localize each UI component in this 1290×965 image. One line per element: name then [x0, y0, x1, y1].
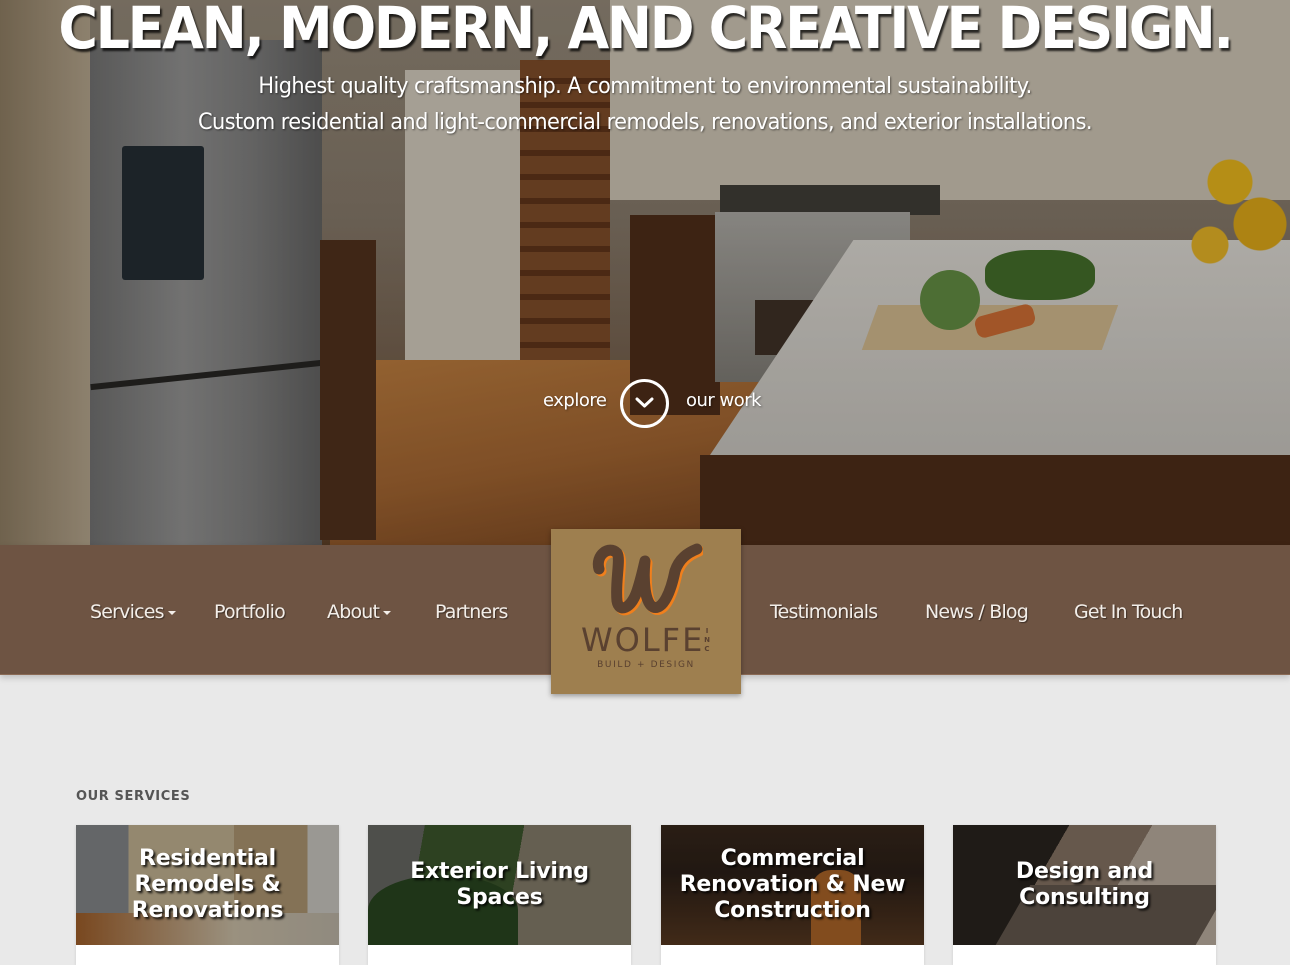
service-card-residential[interactable]: Residential Remodels & Renovations: [76, 825, 339, 965]
hero-subtitle-line1: Highest quality craftsmanship. A commitm…: [258, 74, 1032, 99]
service-card-title: Residential Remodels & Renovations: [131, 846, 284, 923]
nav-item-label: About: [327, 601, 380, 623]
hero-title: CLEAN, MODERN, AND CREATIVE DESIGN.: [58, 0, 1234, 62]
logo-name: WOLFE: [581, 621, 705, 659]
explore-label[interactable]: explore: [543, 390, 607, 411]
nav-item-get-in-touch[interactable]: Get In Touch: [1074, 601, 1183, 623]
hero-banner: CLEAN, MODERN, AND CREATIVE DESIGN. High…: [0, 0, 1290, 545]
nav-item-label: Partners: [435, 601, 508, 623]
chevron-down-icon: [635, 397, 654, 408]
hero-subtitle-line2: Custom residential and light-commercial …: [197, 110, 1093, 135]
service-card-title: Exterior Living Spaces: [410, 859, 589, 910]
nav-item-label: Services: [90, 601, 165, 623]
service-card-design[interactable]: Design and Consulting: [953, 825, 1216, 965]
services-heading: OUR SERVICES: [76, 789, 191, 804]
our-work-label[interactable]: our work: [686, 390, 762, 411]
nav-item-partners[interactable]: Partners: [435, 601, 508, 623]
nav-item-about[interactable]: About: [327, 601, 392, 623]
caret-down-icon: [167, 610, 176, 615]
w-monogram-icon: [592, 543, 703, 616]
nav-item-testimonials[interactable]: Testimonials: [770, 601, 878, 623]
service-card-exterior[interactable]: Exterior Living Spaces: [368, 825, 631, 965]
nav-item-label: News / Blog: [925, 601, 1029, 623]
logo-suffix: INC: [703, 627, 711, 654]
nav-item-label: Portfolio: [214, 601, 286, 623]
logo-suffix-text: INC: [704, 627, 710, 653]
wolfe-logo[interactable]: WOLFE INC BUILD + DESIGN: [551, 529, 741, 694]
nav-item-news-blog[interactable]: News / Blog: [925, 601, 1029, 623]
service-card-title: Design and Consulting: [1015, 859, 1154, 910]
nav-item-label: Get In Touch: [1074, 601, 1183, 623]
nav-item-services[interactable]: Services: [90, 601, 176, 623]
explore-our-work: explore our work: [0, 378, 1290, 428]
service-card-commercial[interactable]: Commercial Renovation & New Construction: [661, 825, 924, 965]
explore-scroll-button[interactable]: [620, 379, 669, 428]
nav-item-portfolio[interactable]: Portfolio: [214, 601, 286, 623]
logo-tagline: BUILD + DESIGN: [597, 660, 695, 670]
nav-item-label: Testimonials: [770, 601, 878, 623]
caret-down-icon: [383, 610, 392, 615]
service-card-title: Commercial Renovation & New Construction: [679, 846, 906, 923]
